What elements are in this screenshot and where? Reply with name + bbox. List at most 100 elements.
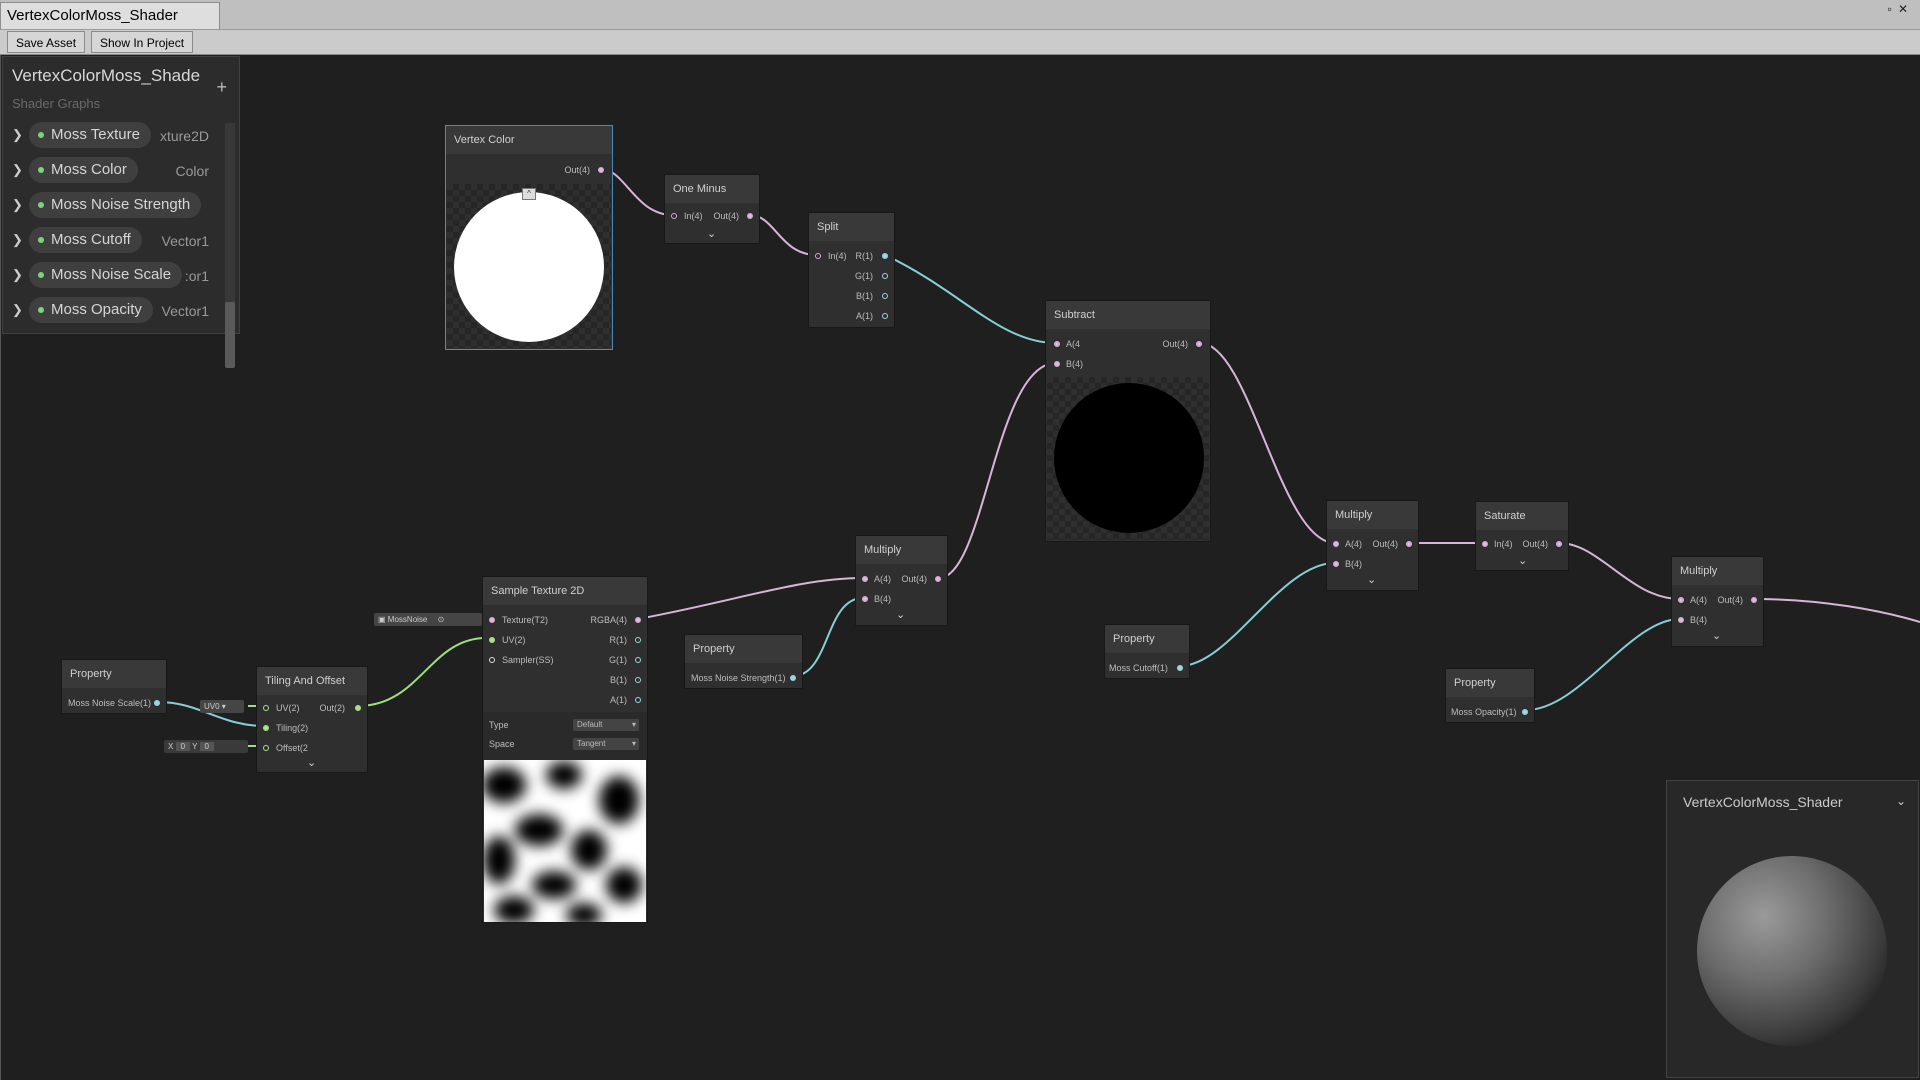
node-tiling-and-offset[interactable]: Tiling And Offset UV(2) Tiling(2) Offset… (256, 666, 368, 773)
texture-input-field[interactable]: ▣ MossNoise ⊙ (374, 613, 482, 626)
property-pill[interactable]: Moss Noise Scale (29, 262, 183, 288)
port-in-dot-icon[interactable] (815, 253, 821, 259)
blackboard-property-row[interactable]: ❯ Moss Noise Scale :or1 (3, 259, 223, 291)
port-in-dot-icon[interactable] (263, 705, 269, 711)
blackboard-property-row[interactable]: ❯ Moss Texture xture2D (3, 119, 223, 151)
port-out-dot-icon[interactable] (747, 213, 753, 219)
chevron-right-icon[interactable]: ❯ (12, 162, 23, 178)
chevron-down-icon[interactable]: ⌄ (707, 227, 716, 240)
preview-sphere[interactable] (1697, 856, 1887, 1046)
port-out-dot-icon[interactable] (154, 700, 160, 706)
port-out-dot-icon[interactable] (1522, 709, 1528, 715)
chevron-right-icon[interactable]: ❯ (12, 197, 23, 213)
port-out-dot-icon[interactable] (355, 705, 361, 711)
blackboard-property-row[interactable]: ❯ Moss Color Color (3, 154, 223, 186)
node-property-moss-noise-scale[interactable]: Property Moss Noise Scale(1) (61, 659, 167, 714)
node-subtract[interactable]: Subtract A(4 B(4) Out(4) (1045, 300, 1211, 542)
port-in-dot-icon[interactable] (263, 725, 269, 731)
window-controls[interactable]: ▫✕ (1888, 2, 1914, 16)
port-out-dot-icon[interactable] (635, 697, 641, 703)
port-in-dot-icon[interactable] (489, 657, 495, 663)
offset-x-input[interactable]: 0 (175, 742, 191, 751)
property-pill[interactable]: Moss Opacity (29, 297, 153, 323)
show-in-project-button[interactable]: Show In Project (91, 31, 194, 53)
property-pill[interactable]: Moss Color (29, 157, 138, 183)
save-asset-button[interactable]: Save Asset (7, 31, 86, 53)
chevron-down-icon[interactable]: ⌄ (307, 756, 316, 769)
window-tab[interactable]: VertexColorMoss_Shader (0, 2, 220, 29)
add-property-button[interactable]: + (216, 77, 227, 98)
port-out-dot-icon[interactable] (1177, 665, 1183, 671)
node-preview: ^ (447, 184, 611, 348)
port-out-dot-icon[interactable] (598, 167, 604, 173)
node-property-moss-noise-strength[interactable]: Property Moss Noise Strength(1) (684, 634, 803, 689)
port-in-dot-icon[interactable] (862, 576, 868, 582)
port-in-dot-icon[interactable] (1678, 617, 1684, 623)
port-in-dot-icon[interactable] (862, 596, 868, 602)
chevron-down-icon[interactable]: ⌄ (1712, 629, 1721, 642)
node-property-moss-opacity[interactable]: Property Moss Opacity(1) (1445, 668, 1535, 723)
blackboard-property-row[interactable]: ❯ Moss Opacity Vector1 (3, 294, 223, 326)
port-in-dot-icon[interactable] (489, 617, 495, 623)
port-in-dot-icon[interactable] (263, 745, 269, 751)
node-split[interactable]: Split In(4) R(1) G(1) B(1) A(1) (808, 212, 895, 328)
port-out-dot-icon[interactable] (1751, 597, 1757, 603)
port-out-dot-icon[interactable] (635, 657, 641, 663)
property-pill[interactable]: Moss Cutoff (29, 227, 142, 253)
port-out-dot-icon[interactable] (1406, 541, 1412, 547)
chevron-right-icon[interactable]: ❯ (12, 302, 23, 318)
port-in-dot-icon[interactable] (1482, 541, 1488, 547)
uv-channel-dropdown[interactable]: UV0 ▾ (200, 700, 244, 713)
port-out-dot-icon[interactable] (882, 313, 888, 319)
port-in-dot-icon[interactable] (1333, 561, 1339, 567)
property-pill[interactable]: Moss Texture (29, 122, 151, 148)
port-label: R(1) (855, 251, 874, 261)
offset-input-field[interactable]: X 0 Y 0 (164, 740, 248, 753)
port-out-dot-icon[interactable] (1556, 541, 1562, 547)
port-out-dot-icon[interactable] (635, 677, 641, 683)
node-multiply[interactable]: Multiply A(4) B(4) Out(4) ⌄ (1671, 556, 1764, 647)
port-in-dot-icon[interactable] (489, 637, 495, 643)
chevron-right-icon[interactable]: ❯ (12, 232, 23, 248)
chevron-down-icon[interactable]: ⌄ (1896, 794, 1906, 808)
chevron-down-icon[interactable]: ⌄ (1518, 554, 1527, 567)
port-out-dot-icon[interactable] (882, 253, 888, 259)
graph-canvas[interactable] (0, 55, 1920, 1080)
node-property-moss-cutoff[interactable]: Property Moss Cutoff(1) (1104, 624, 1190, 679)
node-multiply[interactable]: Multiply A(4) B(4) Out(4) ⌄ (1326, 500, 1419, 591)
node-saturate[interactable]: Saturate In(4) Out(4) ⌄ (1475, 501, 1569, 571)
space-dropdown[interactable]: Tangent ▾ (573, 738, 639, 750)
object-picker-icon[interactable]: ⊙ (438, 615, 445, 624)
type-dropdown[interactable]: Default ▾ (573, 719, 639, 731)
port-out-dot-icon[interactable] (882, 293, 888, 299)
property-pill[interactable]: Moss Noise Strength (29, 192, 202, 218)
blackboard-scroll-thumb[interactable] (225, 302, 235, 368)
chevron-right-icon[interactable]: ❯ (12, 267, 23, 283)
port-out-dot-icon[interactable] (635, 637, 641, 643)
port-out-dot-icon[interactable] (635, 617, 641, 623)
port-out-dot-icon[interactable] (935, 576, 941, 582)
node-multiply[interactable]: Multiply A(4) B(4) Out(4) ⌄ (855, 535, 948, 626)
main-preview-panel[interactable]: VertexColorMoss_Shader ⌄ (1666, 780, 1919, 1078)
chevron-down-icon[interactable]: ⌄ (1367, 573, 1376, 586)
port-out-dot-icon[interactable] (882, 273, 888, 279)
port-in-dot-icon[interactable] (1054, 341, 1060, 347)
port-out-dot-icon[interactable] (1196, 341, 1202, 347)
node-sample-texture-2d[interactable]: Sample Texture 2D Texture(T2) UV(2) Samp… (482, 576, 648, 923)
maximize-icon[interactable]: ▫ (1888, 2, 1898, 16)
offset-y-input[interactable]: 0 (199, 742, 214, 751)
port-in-dot-icon[interactable] (1333, 541, 1339, 547)
port-in-dot-icon[interactable] (1054, 361, 1060, 367)
chevron-down-icon[interactable]: ⌄ (896, 608, 905, 621)
node-vertex-color[interactable]: Vertex Color Out(4) ^ (445, 125, 613, 350)
node-one-minus[interactable]: One Minus In(4) Out(4) ⌄ (664, 174, 760, 244)
port-in-dot-icon[interactable] (1678, 597, 1684, 603)
collapse-preview-icon[interactable]: ^ (522, 188, 536, 200)
blackboard-property-row[interactable]: ❯ Moss Noise Strength (3, 189, 223, 221)
port-in-dot-icon[interactable] (671, 213, 677, 219)
chevron-right-icon[interactable]: ❯ (12, 127, 23, 143)
port-out-dot-icon[interactable] (790, 675, 796, 681)
close-icon[interactable]: ✕ (1898, 2, 1914, 16)
blackboard-property-row[interactable]: ❯ Moss Cutoff Vector1 (3, 224, 223, 256)
blackboard-scrollbar[interactable] (225, 123, 235, 327)
